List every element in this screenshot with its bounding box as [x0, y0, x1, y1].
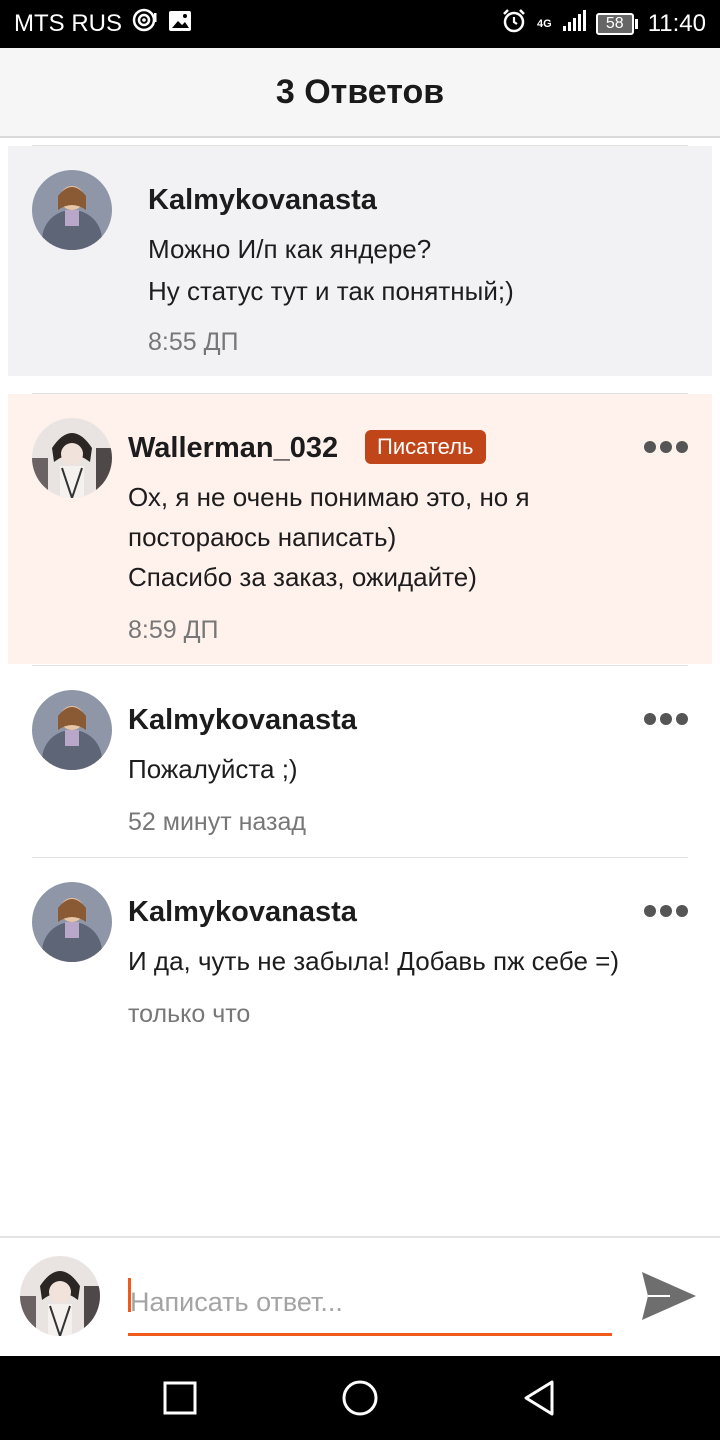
more-dots-icon[interactable]: [644, 904, 688, 918]
hotspot-icon: [132, 8, 158, 41]
status-bar: MTS RUS 4G 58 11:40: [0, 0, 720, 48]
send-icon[interactable]: [640, 1268, 698, 1324]
triangle-back-icon[interactable]: [518, 1376, 562, 1420]
image-icon: [168, 9, 192, 40]
clock: 11:40: [647, 10, 706, 37]
avatar[interactable]: [32, 418, 112, 498]
app-header: 3 Ответов: [0, 48, 720, 138]
signal-icon: [562, 9, 586, 39]
comment-author[interactable]: Kalmykovanasta: [128, 896, 357, 929]
comment-author[interactable]: Kalmykovanasta: [148, 184, 377, 217]
more-dots-icon[interactable]: [644, 712, 688, 726]
carrier-label: MTS RUS: [14, 10, 122, 37]
comment-timestamp: 52 минут назад: [128, 808, 306, 836]
alarm-icon: [501, 8, 527, 41]
circle-icon[interactable]: [338, 1376, 382, 1420]
comment-author[interactable]: Wallerman_032: [128, 432, 338, 465]
avatar[interactable]: [32, 170, 112, 250]
avatar[interactable]: [32, 690, 112, 770]
more-dots-icon[interactable]: [644, 440, 688, 454]
writer-badge: Писатель: [365, 430, 486, 464]
network-type: 4G: [537, 18, 552, 30]
page-title: 3 Ответов: [275, 72, 445, 111]
comment-text-line: Можно И/п как яндере?: [148, 234, 432, 264]
avatar[interactable]: [32, 882, 112, 962]
comment-text-line: Спасибо за заказ, ожидайте): [128, 562, 477, 592]
original-comment[interactable]: Kalmykovanasta Можно И/п как яндере? Ну …: [8, 146, 712, 376]
battery-icon: 58: [595, 13, 638, 35]
comment-timestamp: 8:59 ДП: [128, 616, 219, 644]
battery-level: 58: [595, 13, 634, 35]
system-nav-bar: [0, 1356, 720, 1440]
reply-comment[interactable]: Wallerman_032 Писатель Ох, я не очень по…: [8, 394, 712, 664]
comment-timestamp: 8:55 ДП: [148, 328, 239, 356]
reply-input[interactable]: [128, 1272, 612, 1336]
network-indicator: 4G: [537, 18, 552, 30]
comment-text-line: постораюсь написать): [128, 522, 397, 552]
comment-text-line: Пожалуйста ;): [128, 754, 298, 784]
comment-text-line: Ох, я не очень понимаю это, но я: [128, 482, 530, 512]
reply-comment[interactable]: Kalmykovanasta Пожалуйста ;) 52 минут на…: [8, 666, 712, 856]
comment-text-line: И да, чуть не забыла! Добавь пж себе =): [128, 946, 619, 976]
text-cursor: [128, 1278, 131, 1312]
comment-timestamp: только что: [128, 1000, 251, 1028]
reply-comment[interactable]: Kalmykovanasta И да, чуть не забыла! Доб…: [8, 858, 712, 1048]
comment-author[interactable]: Kalmykovanasta: [128, 704, 357, 737]
comment-text-line: Ну статус тут и так понятный;): [148, 276, 514, 306]
square-icon[interactable]: [158, 1376, 202, 1420]
current-user-avatar: [20, 1256, 100, 1336]
